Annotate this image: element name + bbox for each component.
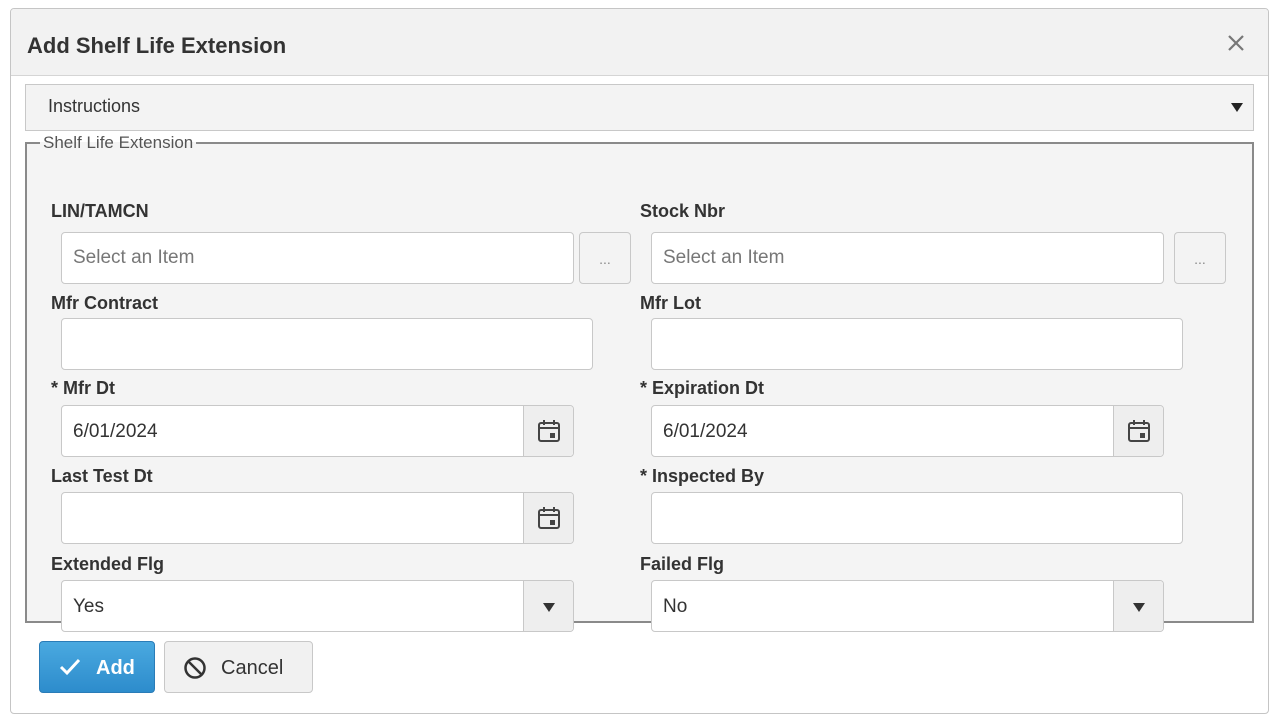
instructions-panel-header[interactable]: Instructions [25, 84, 1254, 131]
caret-down-icon [1133, 603, 1145, 612]
prohibited-circle-icon [184, 657, 206, 679]
shelf-life-extension-fieldset: Shelf Life Extension LIN/TAMCN ... Stock… [25, 133, 1254, 632]
extended-flg-select[interactable]: Yes [61, 580, 574, 632]
expiration-dt-calendar-button[interactable] [1113, 406, 1163, 456]
dialog-titlebar: Add Shelf Life Extension [11, 9, 1268, 76]
stock-nbr-label: Stock Nbr [640, 201, 726, 221]
mfr-dt-value[interactable]: 6/01/2024 [73, 421, 158, 443]
fieldset-legend: Shelf Life Extension [43, 133, 194, 152]
required-mark: * [640, 378, 648, 398]
inspected-by-field[interactable] [651, 492, 1183, 544]
required-mark: * [51, 378, 59, 398]
required-mark: * [640, 466, 648, 486]
checkmark-icon [59, 658, 81, 676]
calendar-icon [1128, 420, 1150, 442]
expiration-dt-value[interactable]: 6/01/2024 [663, 421, 748, 443]
lin-tamcn-lookup-button[interactable]: ... [579, 232, 631, 284]
stock-nbr-input[interactable] [652, 233, 1163, 283]
stock-nbr-field[interactable] [651, 232, 1164, 284]
add-shelf-life-extension-dialog: Add Shelf Life Extension Instructions Sh… [10, 8, 1269, 714]
lin-tamcn-label: LIN/TAMCN [51, 201, 149, 221]
inspected-by-input[interactable] [652, 493, 1182, 543]
calendar-icon [538, 420, 560, 442]
cancel-button-label: Cancel [221, 657, 284, 679]
mfr-dt-calendar-button[interactable] [523, 406, 573, 456]
failed-flg-label: Failed Flg [640, 554, 725, 574]
inspected-by-label-text: Inspected By [652, 466, 765, 486]
cancel-button[interactable]: Cancel [164, 641, 313, 693]
mfr-contract-input[interactable] [62, 319, 592, 369]
mfr-dt-field[interactable]: 6/01/2024 [61, 405, 574, 457]
close-icon[interactable] [1224, 31, 1248, 55]
mfr-lot-label: Mfr Lot [640, 293, 701, 313]
caret-down-icon[interactable] [1231, 103, 1243, 112]
expiration-dt-field[interactable]: 6/01/2024 [651, 405, 1164, 457]
expiration-dt-label-text: Expiration Dt [652, 378, 765, 398]
extended-flg-dropdown-button[interactable] [523, 581, 573, 631]
last-test-dt-label: Last Test Dt [51, 466, 153, 486]
mfr-dt-label: * Mfr Dt [51, 378, 115, 399]
failed-flg-select[interactable]: No [651, 580, 1164, 632]
mfr-contract-label: Mfr Contract [51, 293, 158, 313]
failed-flg-value[interactable]: No [663, 596, 687, 618]
caret-down-icon [543, 603, 555, 612]
mfr-contract-field[interactable] [61, 318, 593, 370]
last-test-dt-calendar-button[interactable] [523, 493, 573, 543]
mfr-lot-input[interactable] [652, 319, 1182, 369]
mfr-lot-field[interactable] [651, 318, 1183, 370]
lin-tamcn-field[interactable] [61, 232, 574, 284]
lin-tamcn-input[interactable] [62, 233, 573, 283]
extended-flg-value[interactable]: Yes [73, 596, 104, 618]
last-test-dt-field[interactable] [61, 492, 574, 544]
dialog-title: Add Shelf Life Extension [27, 33, 287, 58]
instructions-label: Instructions [48, 96, 141, 116]
inspected-by-label: * Inspected By [640, 466, 764, 487]
add-button-label: Add [96, 657, 135, 679]
expiration-dt-label: * Expiration Dt [640, 378, 764, 399]
failed-flg-dropdown-button[interactable] [1113, 581, 1163, 631]
extended-flg-label: Extended Flg [51, 554, 165, 574]
stock-nbr-lookup-button[interactable]: ... [1174, 232, 1226, 284]
mfr-dt-label-text: Mfr Dt [63, 378, 116, 398]
calendar-icon [538, 507, 560, 529]
add-button[interactable]: Add [39, 641, 155, 693]
